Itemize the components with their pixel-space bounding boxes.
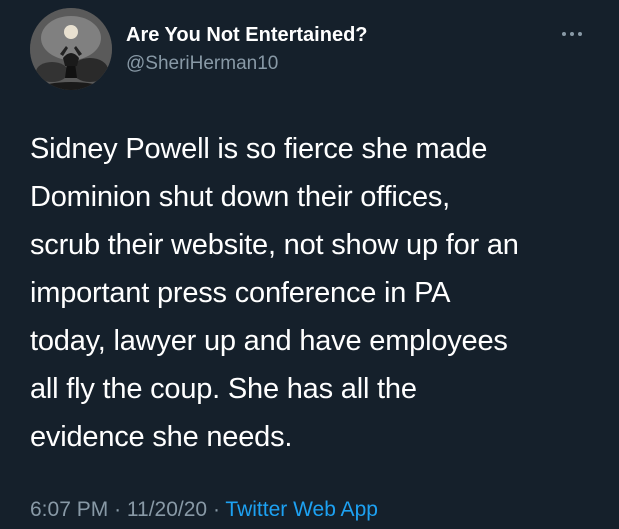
tweet-text-line: scrub their website, not show up for an: [30, 229, 519, 261]
tweet-text-line: Sidney Powell is so fierce she made: [30, 133, 488, 165]
display-name[interactable]: Are You Not Entertained?: [126, 24, 368, 47]
tweet-source-link[interactable]: Twitter Web App: [225, 498, 378, 521]
meta-separator: ·: [114, 498, 122, 521]
profile-photo-icon: [30, 8, 112, 90]
tweet-text-line: all fly the coup. She has all the: [30, 373, 417, 405]
tweet-time[interactable]: 6:07 PM: [30, 498, 108, 521]
tweet-text-line: important press conference in PA: [30, 277, 451, 309]
tweet-text: Sidney Powell is so fierce she made Domi…: [30, 125, 600, 461]
avatar[interactable]: [30, 8, 112, 90]
tweet-text-line: evidence she needs.: [30, 421, 293, 453]
meta-separator: ·: [212, 498, 220, 521]
user-handle[interactable]: @SheriHerman10: [126, 53, 278, 75]
tweet-card: Are You Not Entertained? @SheriHerman10 …: [0, 0, 619, 529]
tweet-metadata: 6:07 PM · 11/20/20 · Twitter Web App: [30, 498, 378, 522]
tweet-text-line: today, lawyer up and have employees: [30, 325, 508, 357]
tweet-text-line: Dominion shut down their offices,: [30, 181, 451, 213]
more-options-icon[interactable]: [558, 24, 586, 44]
tweet-date[interactable]: 11/20/20: [127, 498, 207, 521]
